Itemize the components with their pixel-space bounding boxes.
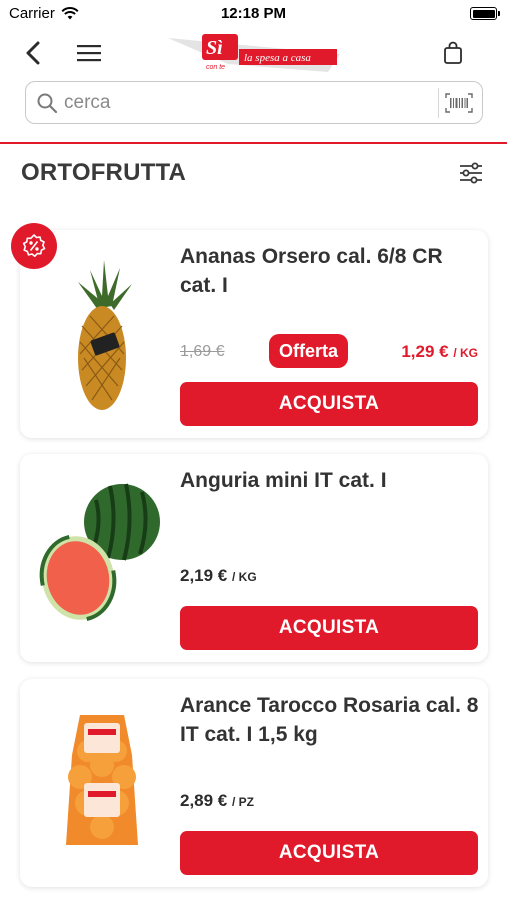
- price-value: 2,89 €: [180, 791, 228, 810]
- discount-percent-icon: [22, 234, 46, 257]
- product-price: 2,19 € / KG: [180, 566, 257, 586]
- product-card[interactable]: Anguria mini IT cat. I 2,19 € / KG ACQUI…: [20, 454, 488, 662]
- old-price: 1,69 €: [180, 343, 225, 360]
- battery-icon: [470, 7, 500, 20]
- back-arrow-icon: [26, 41, 40, 65]
- product-name[interactable]: Arance Tarocco Rosaria cal. 8 IT cat. I …: [180, 691, 480, 749]
- back-button[interactable]: [16, 36, 50, 70]
- status-bar: Carrier 12:18 PM: [0, 0, 507, 28]
- brand-logo[interactable]: Sì con te la spesa a casa: [168, 32, 342, 72]
- price-unit: / PZ: [232, 795, 255, 809]
- menu-button[interactable]: [72, 36, 106, 70]
- product-image-watermelon[interactable]: [32, 470, 172, 640]
- logo-tagline: la spesa a casa: [244, 52, 311, 64]
- barcode-scan-button[interactable]: [438, 87, 478, 118]
- add-to-cart-button[interactable]: ACQUISTA: [180, 382, 478, 426]
- search-bar[interactable]: cerca: [25, 81, 483, 124]
- logo-main: Sì: [206, 37, 223, 59]
- filter-sliders-icon: [460, 162, 482, 184]
- price-unit: / KG: [232, 570, 257, 584]
- logo-sub: con te: [206, 64, 225, 71]
- status-time: 12:18 PM: [220, 5, 287, 22]
- price-row: 2,19 € / KG: [180, 558, 478, 592]
- price-unit: / KG: [453, 346, 478, 360]
- product-price: 2,89 € / PZ: [180, 791, 254, 811]
- navigation-bar: Sì con te la spesa a casa: [0, 28, 507, 76]
- discount-badge: [11, 223, 57, 269]
- header-divider: [0, 142, 507, 144]
- price-value: 1,29 €: [401, 342, 449, 361]
- offer-badge: Offerta: [269, 334, 349, 368]
- barcode-icon: [444, 92, 473, 113]
- product-name[interactable]: Ananas Orsero cal. 6/8 CR cat. I: [180, 242, 480, 300]
- price-row: 2,89 € / PZ: [180, 783, 478, 817]
- hamburger-menu-icon: [77, 45, 101, 62]
- add-to-cart-button[interactable]: ACQUISTA: [180, 831, 478, 875]
- product-name[interactable]: Anguria mini IT cat. I: [180, 466, 480, 495]
- category-title: ORTOFRUTTA: [21, 159, 187, 186]
- add-to-cart-button[interactable]: ACQUISTA: [180, 606, 478, 650]
- search-input[interactable]: cerca: [64, 92, 438, 114]
- product-card[interactable]: Ananas Orsero cal. 6/8 CR cat. I 1,69 € …: [20, 230, 488, 438]
- product-image-oranges[interactable]: [32, 695, 172, 865]
- search-icon: [37, 93, 58, 113]
- filter-button[interactable]: [456, 158, 486, 188]
- shopping-bag-icon: [444, 41, 462, 64]
- product-price: 1,29 € / KG: [401, 342, 478, 362]
- product-card[interactable]: Arance Tarocco Rosaria cal. 8 IT cat. I …: [20, 679, 488, 887]
- product-image-pineapple[interactable]: [32, 246, 172, 416]
- price-value: 2,19 €: [180, 566, 228, 585]
- price-row: 1,69 € Offerta 1,29 € / KG: [180, 334, 478, 368]
- cart-button[interactable]: [436, 36, 470, 70]
